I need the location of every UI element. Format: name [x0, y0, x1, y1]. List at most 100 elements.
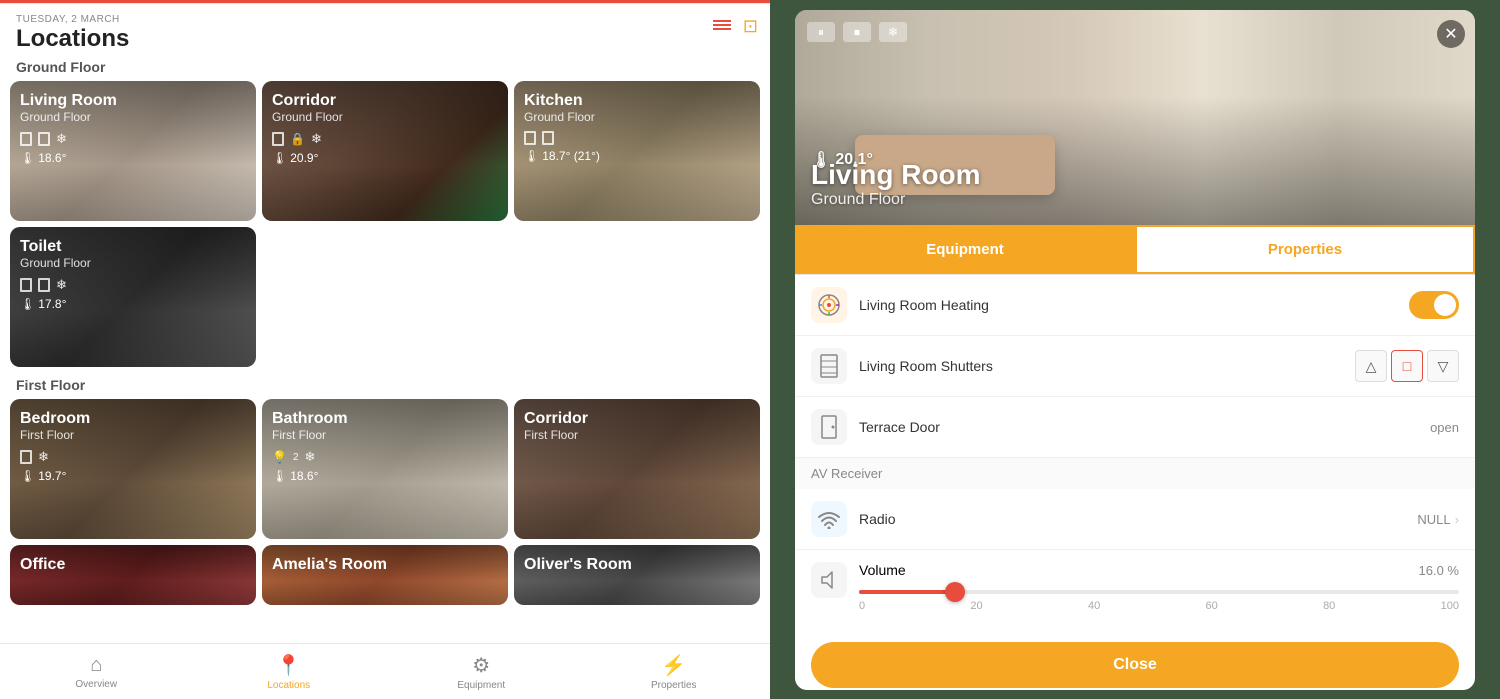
heating-icon — [811, 287, 847, 323]
room-icons-kitchen — [524, 131, 750, 145]
temp-icon-t: 🌡 — [20, 297, 35, 311]
room-temp-kitchen: 🌡 18.7° (21°) — [524, 149, 750, 163]
section-first-floor: First Floor — [0, 373, 770, 399]
label-60: 60 — [1206, 600, 1218, 612]
snow-icon-ba: ❄ — [305, 449, 316, 465]
slider-track — [859, 590, 1459, 594]
temp-icon-k: 🌡 — [524, 149, 539, 163]
room-name-office: Office — [20, 555, 246, 574]
room-floor-toilet: Ground Floor — [20, 256, 246, 270]
heating-toggle[interactable] — [1409, 291, 1459, 319]
nav-item-overview[interactable]: ⌂ Overview — [0, 644, 193, 699]
nav-item-equipment[interactable]: ⚙ Equipment — [385, 644, 578, 699]
equipment-item-volume: Volume 16.0 % 0 20 40 60 80 — [795, 550, 1475, 628]
nav-item-locations[interactable]: 📍 Locations — [193, 644, 386, 699]
snow-icon-b: ❄ — [38, 449, 49, 465]
room-card-living-room[interactable]: Living Room Ground Floor ❄ 🌡 18.6° — [10, 81, 256, 221]
room-overlay-corridor: Corridor Ground Floor 🔒 ❄ 🌡 20.9° — [262, 81, 508, 221]
room-name-bathroom: Bathroom — [272, 409, 498, 428]
av-section-header: AV Receiver — [795, 458, 1475, 489]
room-floor-bedroom: First Floor — [20, 428, 246, 442]
shutter-icon-k2 — [542, 131, 554, 145]
room-overlay-toilet: Toilet Ground Floor ❄ 🌡 17.8° — [10, 227, 256, 367]
volume-row: Volume 16.0 % — [859, 562, 1459, 578]
room-floor-living: Ground Floor — [20, 110, 246, 124]
equipment-icon: ⚙ — [472, 653, 490, 678]
stop-icon-btn[interactable]: ⏹ — [843, 22, 871, 42]
properties-icon: ⚡ — [661, 653, 686, 678]
layout-toggle-icon[interactable]: ⊡ — [743, 16, 758, 37]
room-floor-bathroom: First Floor — [272, 428, 498, 442]
room-name-amelia: Amelia's Room — [272, 555, 498, 574]
shutters-name: Living Room Shutters — [859, 358, 1343, 374]
room-name-bedroom: Bedroom — [20, 409, 246, 428]
room-floor-kitchen: Ground Floor — [524, 110, 750, 124]
room-card-corridor-first[interactable]: Corridor First Floor — [514, 399, 760, 539]
ground-floor-grid-2: Toilet Ground Floor ❄ 🌡 17.8° — [0, 227, 770, 367]
room-temp-corridor: 🌡 20.9° — [272, 151, 498, 165]
tab-properties[interactable]: Properties — [1135, 225, 1475, 274]
pause-icon-btn[interactable]: ⏸ — [807, 22, 835, 42]
room-card-amelia[interactable]: Amelia's Room — [262, 545, 508, 605]
door-svg — [819, 415, 839, 439]
menu-icon[interactable] — [709, 16, 735, 37]
shutter-icon-2 — [38, 132, 50, 146]
detail-card: ⏸ ⏹ ❄ ✕ 🌡 20.1° Living Room Ground Floor… — [795, 10, 1475, 690]
shutter-down-button[interactable]: ▽ — [1427, 350, 1459, 382]
shutter-icon-b1 — [20, 450, 32, 464]
first-floor-grid: Bedroom First Floor ❄ 🌡 19.7° Bathroom — [0, 399, 770, 539]
close-detail-button[interactable]: ✕ — [1437, 20, 1465, 48]
ground-floor-grid: Living Room Ground Floor ❄ 🌡 18.6° — [0, 81, 770, 221]
radio-value: NULL › — [1417, 512, 1459, 527]
room-name-oliver: Oliver's Room — [524, 555, 750, 574]
detail-room-name: Living Room — [811, 159, 981, 191]
light-count: 2 — [293, 452, 299, 463]
room-icons-bedroom: ❄ — [20, 449, 246, 465]
room-name-corridor: Corridor — [272, 91, 498, 110]
shutter-icon-1 — [20, 132, 32, 146]
room-card-toilet[interactable]: Toilet Ground Floor ❄ 🌡 17.8° — [10, 227, 256, 367]
left-panel: TUESDAY, 2 MARCH Locations ⊡ Ground Floo… — [0, 0, 770, 699]
close-action-button[interactable]: Close — [811, 642, 1459, 688]
temp-icon: 🌡 — [20, 151, 35, 165]
detail-header-image: ⏸ ⏹ ❄ ✕ 🌡 20.1° Living Room Ground Floor — [795, 10, 1475, 225]
volume-container: Volume 16.0 % 0 20 40 60 80 — [859, 562, 1459, 616]
wifi-svg — [817, 509, 841, 529]
volume-slider[interactable]: 0 20 40 60 80 100 — [859, 586, 1459, 616]
volume-label: Volume — [859, 562, 1409, 578]
detail-header-info: Living Room Ground Floor — [811, 159, 981, 209]
shutter-up-button[interactable]: △ — [1355, 350, 1387, 382]
label-80: 80 — [1323, 600, 1335, 612]
locations-icon: 📍 — [276, 653, 301, 678]
slider-thumb[interactable] — [945, 582, 965, 602]
room-card-corridor-ground[interactable]: Corridor Ground Floor 🔒 ❄ 🌡 20.9° — [262, 81, 508, 221]
temp-icon-c: 🌡 — [272, 151, 287, 165]
room-card-oliver[interactable]: Oliver's Room — [514, 545, 760, 605]
close-icon: ✕ — [1444, 24, 1457, 44]
snowflake-icon-btn[interactable]: ❄ — [879, 22, 907, 42]
page-title: Locations — [16, 25, 754, 53]
equipment-item-heating: Living Room Heating — [795, 275, 1475, 336]
label-20: 20 — [970, 600, 982, 612]
room-overlay-living: Living Room Ground Floor ❄ 🌡 18.6° — [10, 81, 256, 221]
nav-item-properties[interactable]: ⚡ Properties — [578, 644, 771, 699]
room-name-living: Living Room — [20, 91, 246, 110]
scroll-area: Ground Floor Living Room Ground Floor ❄ … — [0, 55, 770, 643]
room-overlay-office: Office — [10, 545, 256, 605]
room-card-bedroom[interactable]: Bedroom First Floor ❄ 🌡 19.7° — [10, 399, 256, 539]
room-card-bathroom[interactable]: Bathroom First Floor 💡 2 ❄ 🌡 18.6° — [262, 399, 508, 539]
detail-room-floor: Ground Floor — [811, 191, 981, 209]
room-icons-bathroom: 💡 2 ❄ — [272, 449, 498, 465]
radio-icon — [811, 501, 847, 537]
snow-icon: ❄ — [56, 131, 67, 147]
room-card-office[interactable]: Office — [10, 545, 256, 605]
terrace-value: open — [1430, 420, 1459, 435]
room-overlay-kitchen: Kitchen Ground Floor 🌡 18.7° (21°) — [514, 81, 760, 221]
shutter-stop-button[interactable]: □ — [1391, 350, 1423, 382]
room-card-kitchen[interactable]: Kitchen Ground Floor 🌡 18.7° (21°) — [514, 81, 760, 221]
temp-icon-b: 🌡 — [20, 469, 35, 483]
tab-equipment[interactable]: Equipment — [795, 225, 1135, 274]
room-floor-corridor2: First Floor — [524, 428, 750, 442]
shutter-svg — [819, 354, 839, 378]
room-floor-corridor: Ground Floor — [272, 110, 498, 124]
